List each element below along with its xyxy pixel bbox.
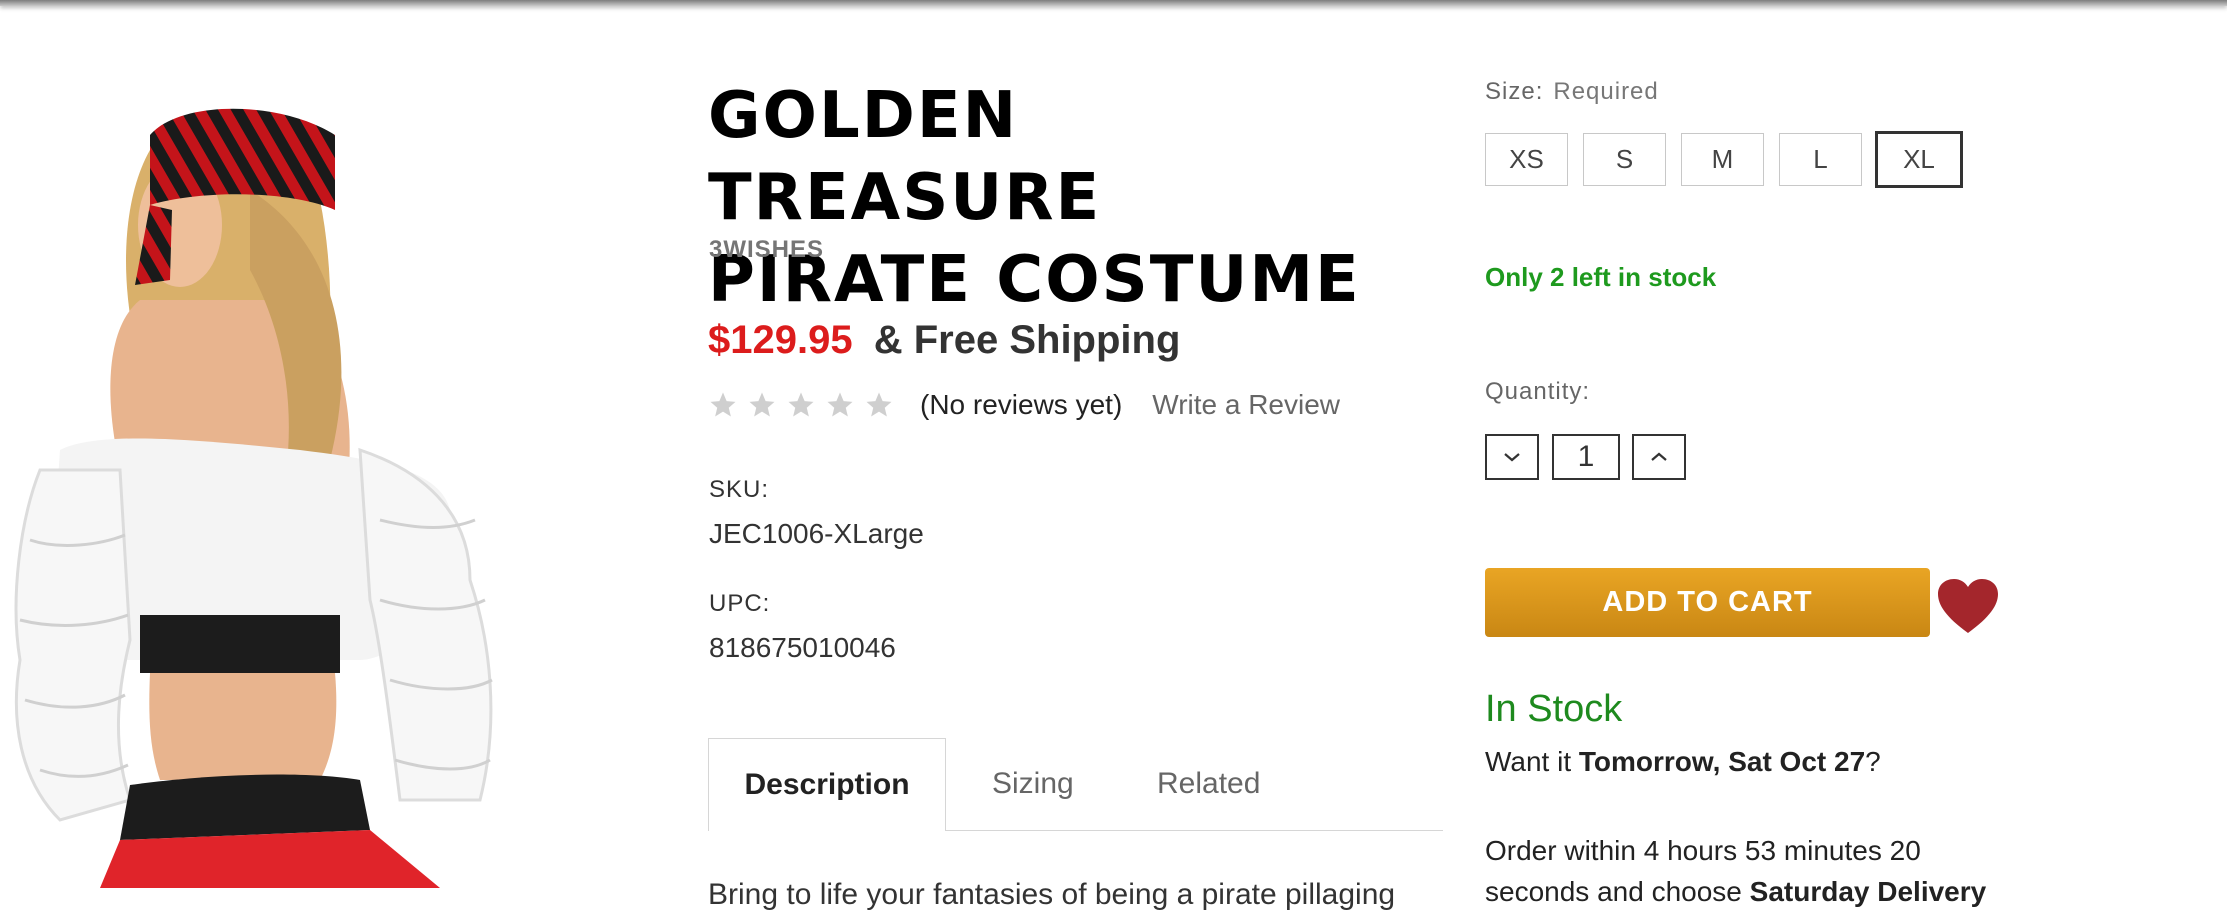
chevron-up-icon [1651,452,1667,461]
size-option-m[interactable]: M [1681,133,1764,186]
add-to-cart-button[interactable]: ADD TO CART [1485,568,1930,637]
delivery-estimate: Want it Tomorrow, Sat Oct 27? [1485,746,1881,778]
heart-icon [1938,579,1998,633]
size-option-l[interactable]: L [1779,133,1862,186]
write-review-link[interactable]: Write a Review [1152,389,1340,421]
size-option-xl[interactable]: XL [1875,131,1963,188]
size-label: Size: Required [1485,78,1659,106]
quantity-increase-button[interactable] [1632,434,1686,480]
tab-sizing[interactable]: Sizing [992,738,1074,830]
upc-label: UPC: [709,590,771,617]
shipping-info: & Free Shipping [873,318,1181,362]
star-icon [708,390,738,420]
quantity-decrease-button[interactable] [1485,434,1539,480]
star-icon [786,390,816,420]
size-option-xs[interactable]: XS [1485,133,1568,186]
brand-name[interactable]: 3WISHES [709,236,824,264]
product-image[interactable] [0,40,600,888]
size-label-text: Size: [1485,78,1544,105]
product-tabs: Description Sizing Related [708,738,1443,831]
star-icon [825,390,855,420]
in-stock-status: In Stock [1485,688,1623,730]
delivery-suffix: ? [1865,746,1881,777]
sku-value: JEC1006-XLarge [709,518,924,549]
saturday-delivery-text: Saturday Delivery [1749,876,1987,907]
size-option-s[interactable]: S [1583,133,1666,186]
star-icon [747,390,777,420]
delivery-prefix: Want it [1485,746,1579,777]
size-required-text: Required [1553,78,1659,105]
delivery-date: Tomorrow, Sat Oct 27 [1578,746,1866,777]
product-title-line-1: GOLDEN TREASURE [708,79,1102,235]
top-bar [0,0,2227,6]
chevron-down-icon [1504,453,1520,462]
product-price: $129.95 [708,318,853,362]
description-text: Bring to life your fantasies of being a … [708,878,1396,911]
tab-related[interactable]: Related [1157,738,1260,830]
quantity-input[interactable] [1552,434,1620,480]
no-reviews-text: (No reviews yet) [920,389,1123,420]
upc-value: 818675010046 [709,632,896,663]
wishlist-button[interactable] [1936,577,2000,635]
tab-description[interactable]: Description [708,738,946,831]
stock-note: Only 2 left in stock [1485,262,1717,292]
star-icon [864,390,894,420]
price-row: $129.95 & Free Shipping [708,318,1180,363]
product-title: GOLDEN TREASURE PIRATE COSTUME [708,75,1428,321]
quantity-label: Quantity: [1485,378,1591,405]
rating-row: (No reviews yet) Write a Review [708,385,1340,425]
sku-label: SKU: [709,476,770,503]
